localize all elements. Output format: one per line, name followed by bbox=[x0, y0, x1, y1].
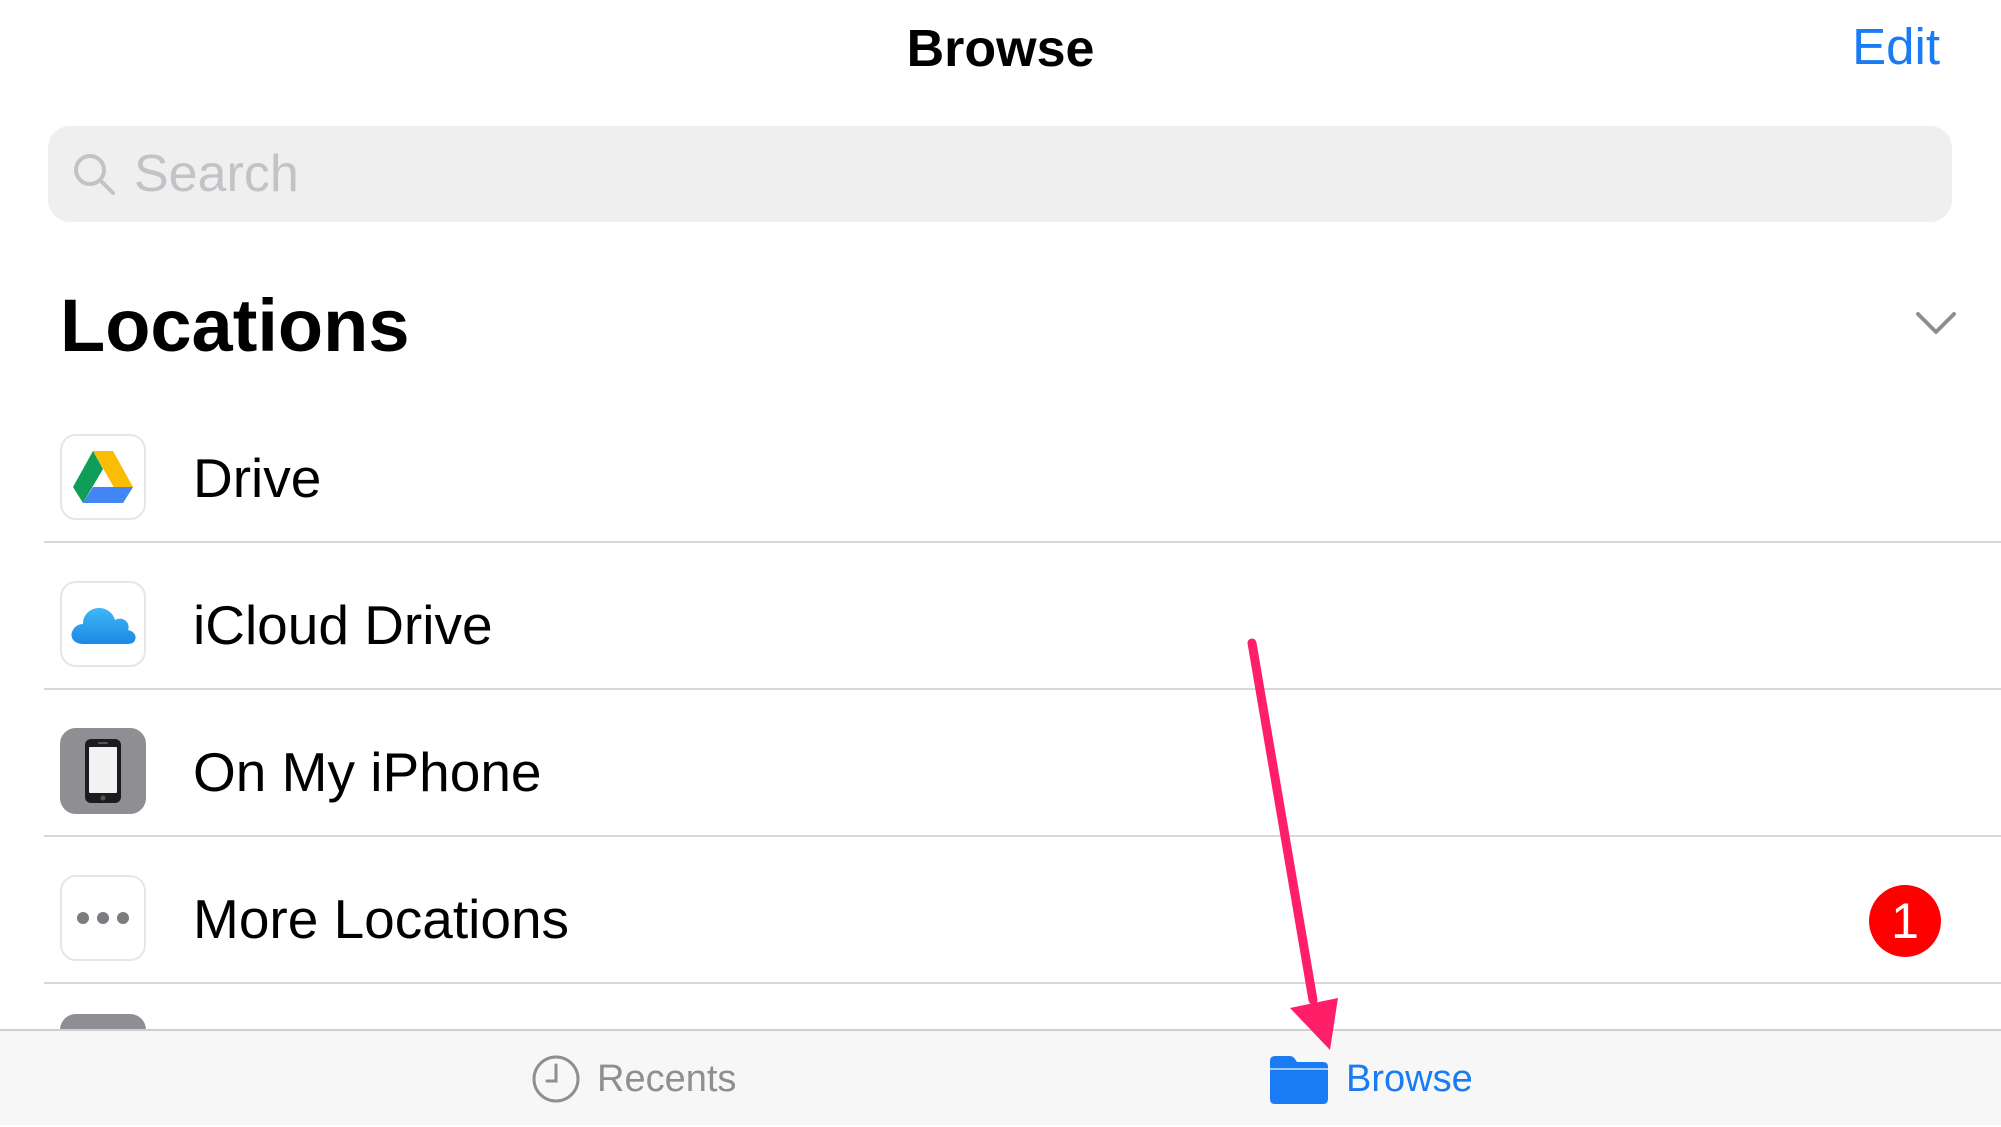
location-label: Drive bbox=[193, 447, 322, 509]
tab-label-browse: Browse bbox=[1346, 1057, 1473, 1100]
search-icon bbox=[74, 154, 115, 195]
tab-browse[interactable]: Browse bbox=[1268, 1031, 1473, 1127]
location-row-icloud-drive[interactable]: iCloud Drive bbox=[0, 543, 2001, 690]
tab-recents[interactable]: Recents bbox=[531, 1031, 736, 1127]
clock-icon bbox=[532, 1055, 580, 1103]
folder-icon bbox=[1270, 1056, 1328, 1104]
location-row-drive[interactable]: Drive bbox=[0, 396, 2001, 543]
location-label: iCloud Drive bbox=[193, 594, 493, 656]
section-title-locations: Locations bbox=[60, 284, 410, 367]
row-separator bbox=[44, 982, 2001, 984]
search-bar[interactable]: Search bbox=[48, 126, 1952, 222]
notification-badge: 1 bbox=[1869, 885, 1941, 957]
icloud-icon bbox=[60, 581, 146, 667]
location-row-on-my-iphone[interactable]: On My iPhone bbox=[0, 690, 2001, 837]
search-input[interactable]: Search bbox=[134, 126, 299, 222]
location-row-more-locations[interactable]: More Locations 1 bbox=[0, 837, 2001, 984]
iphone-icon bbox=[60, 728, 146, 814]
chevron-down-icon[interactable] bbox=[1912, 304, 1960, 344]
location-label: More Locations bbox=[193, 888, 570, 950]
more-dots-icon bbox=[60, 875, 146, 961]
google-drive-icon bbox=[60, 434, 146, 520]
edit-button[interactable]: Edit bbox=[1852, 12, 1940, 82]
tab-bar: Recents Browse bbox=[0, 1029, 2001, 1125]
tab-label-recents: Recents bbox=[597, 1057, 737, 1100]
location-label: On My iPhone bbox=[193, 741, 542, 803]
page-title: Browse bbox=[906, 20, 1095, 78]
